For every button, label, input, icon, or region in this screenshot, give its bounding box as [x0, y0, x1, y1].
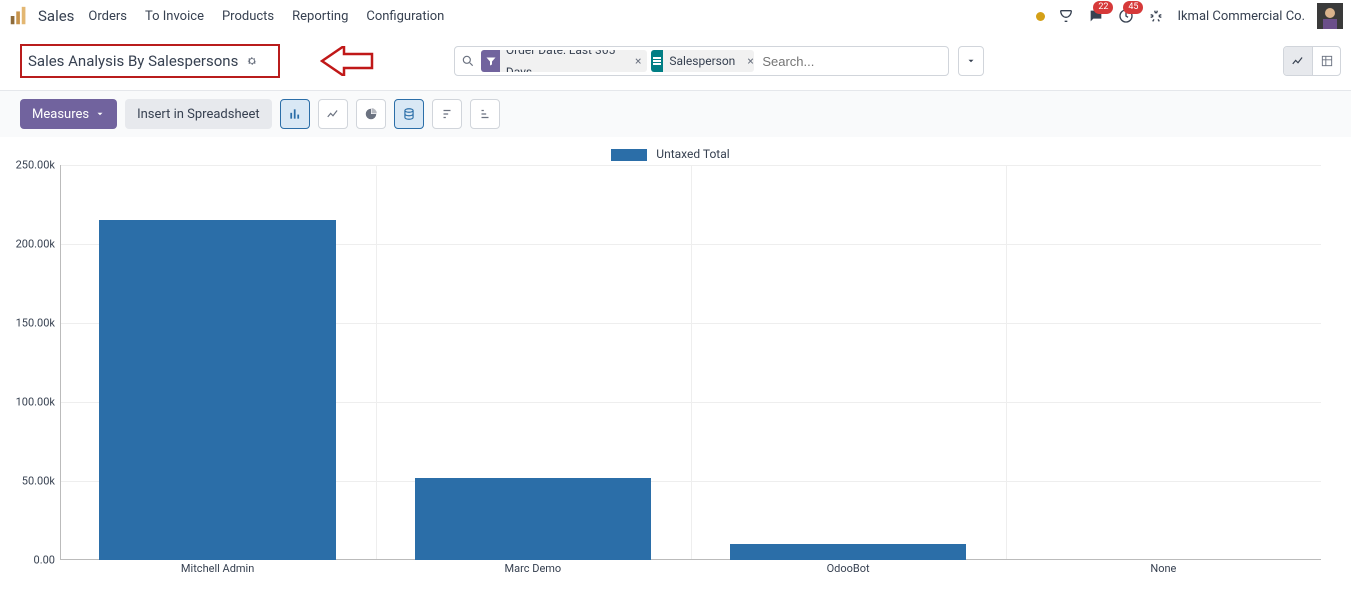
view-graph-button[interactable] — [1284, 47, 1312, 75]
graph-toolbar: Measures Insert in Spreadsheet — [0, 91, 1351, 137]
nav-configuration[interactable]: Configuration — [366, 9, 444, 24]
search-facet-groupby: Salesperson × — [651, 50, 754, 72]
chart-stacked-button[interactable] — [394, 99, 424, 129]
measures-label: Measures — [32, 107, 89, 122]
x-tick-label: None — [1150, 562, 1176, 575]
annotation-arrow-icon — [320, 46, 374, 76]
x-tick-label: OdooBot — [827, 562, 870, 575]
y-tick: 250.00k — [5, 159, 55, 172]
chart-bar[interactable] — [99, 220, 335, 560]
groupby-icon — [651, 50, 663, 72]
user-avatar[interactable] — [1317, 3, 1343, 29]
insert-label: Insert in Spreadsheet — [137, 107, 260, 122]
facet-group-remove[interactable]: × — [741, 50, 754, 72]
y-tick: 0.00 — [5, 554, 55, 567]
app-name[interactable]: Sales — [38, 7, 74, 25]
view-pivot-button[interactable] — [1312, 47, 1340, 75]
legend-swatch — [611, 149, 647, 161]
top-nav: Sales Orders To Invoice Products Reporti… — [0, 0, 1351, 32]
page-title-highlight: Sales Analysis By Salespersons — [20, 44, 280, 78]
insert-spreadsheet-button[interactable]: Insert in Spreadsheet — [125, 99, 272, 129]
chevron-down-icon — [95, 109, 105, 119]
search-icon — [461, 54, 475, 68]
systray: 22 45 Ikmal Commercial Co. — [1036, 3, 1343, 29]
x-axis-labels: Mitchell Admin Marc Demo OdooBot None — [60, 562, 1321, 580]
activities-badge: 45 — [1123, 1, 1143, 14]
view-switcher-group — [1283, 46, 1341, 76]
search-bar[interactable]: Order Date: Last 365 Days × Salesperson … — [454, 46, 949, 76]
search-options-dropdown[interactable] — [958, 46, 984, 76]
gear-icon[interactable] — [246, 55, 258, 67]
nav-products[interactable]: Products — [222, 9, 274, 24]
chart-legend[interactable]: Untaxed Total — [0, 147, 1341, 161]
chart-sort-desc-button[interactable] — [432, 99, 462, 129]
filter-icon — [481, 50, 500, 72]
y-tick: 200.00k — [5, 238, 55, 251]
chart-sort-asc-button[interactable] — [470, 99, 500, 129]
page-title: Sales Analysis By Salespersons — [28, 52, 238, 70]
y-tick: 150.00k — [5, 317, 55, 330]
nav-menu: Orders To Invoice Products Reporting Con… — [88, 9, 444, 24]
facet-filter-remove[interactable]: × — [629, 50, 647, 72]
company-name[interactable]: Ikmal Commercial Co. — [1177, 9, 1305, 24]
chart-type-pie-button[interactable] — [356, 99, 386, 129]
search-input[interactable] — [758, 54, 942, 69]
chart-type-line-button[interactable] — [318, 99, 348, 129]
messages-badge: 22 — [1093, 1, 1113, 14]
y-tick: 50.00k — [5, 475, 55, 488]
nav-orders[interactable]: Orders — [88, 9, 127, 24]
chart-plot: 0.0050.00k100.00k150.00k200.00k250.00k M… — [60, 165, 1321, 580]
activities-icon[interactable]: 45 — [1117, 7, 1135, 25]
facet-group-label: Salesperson — [663, 50, 741, 72]
messages-icon[interactable]: 22 — [1087, 7, 1105, 25]
status-dot-icon[interactable] — [1036, 12, 1045, 21]
chart-bars — [60, 165, 1321, 560]
chart-bar[interactable] — [415, 478, 651, 560]
facet-filter-label: Order Date: Last 365 Days — [500, 50, 629, 72]
search-facet-filter: Order Date: Last 365 Days × — [481, 50, 647, 72]
y-axis: 0.0050.00k100.00k150.00k200.00k250.00k — [5, 165, 55, 560]
debug-icon[interactable] — [1147, 7, 1165, 25]
chart-area: Untaxed Total 0.0050.00k100.00k150.00k20… — [0, 137, 1351, 590]
app-logo-icon[interactable] — [8, 5, 30, 27]
legend-series-label: Untaxed Total — [656, 147, 729, 161]
chart-bar[interactable] — [730, 544, 966, 560]
chart-type-bar-button[interactable] — [280, 99, 310, 129]
nav-reporting[interactable]: Reporting — [292, 9, 348, 24]
control-panel: Sales Analysis By Salespersons Order Dat… — [0, 32, 1351, 91]
phone-icon[interactable] — [1057, 7, 1075, 25]
nav-to-invoice[interactable]: To Invoice — [145, 9, 204, 24]
x-tick-label: Mitchell Admin — [181, 562, 254, 575]
y-tick: 100.00k — [5, 396, 55, 409]
x-tick-label: Marc Demo — [505, 562, 562, 575]
measures-button[interactable]: Measures — [20, 99, 117, 129]
